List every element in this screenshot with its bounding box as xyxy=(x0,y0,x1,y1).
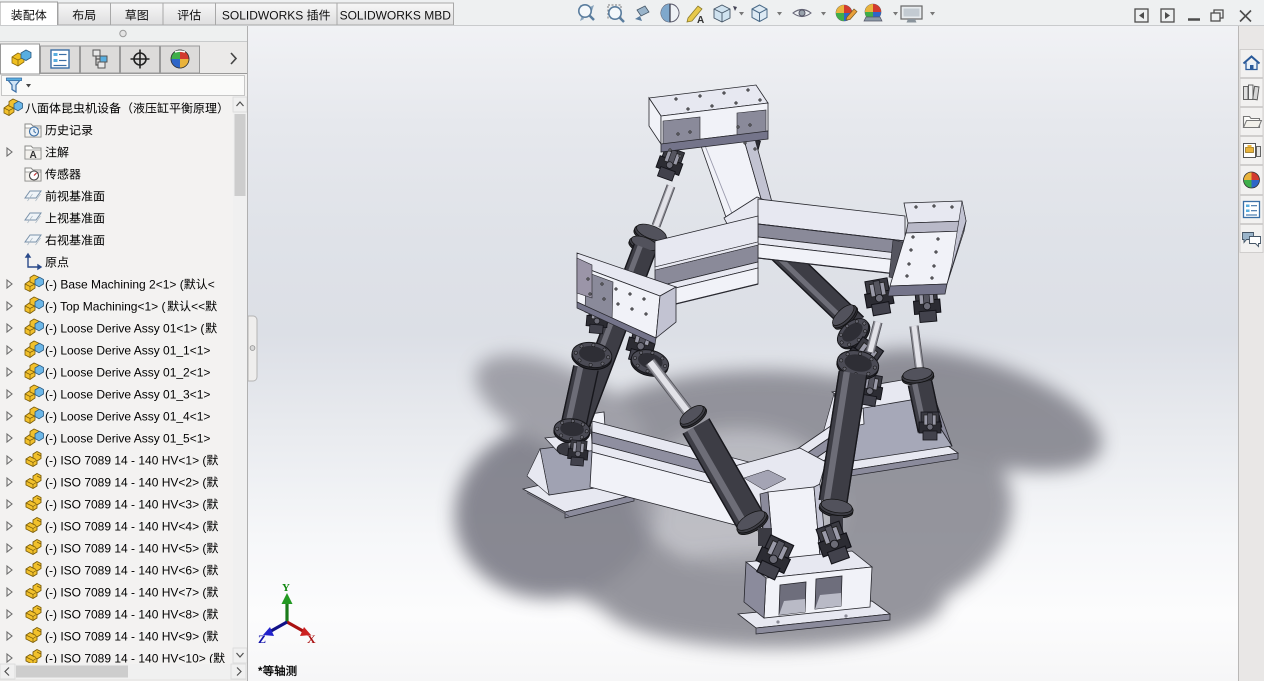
svg-text:<: < xyxy=(208,278,215,292)
svg-text:Y: Y xyxy=(282,582,290,594)
svg-text:(-) ISO 7089 14 - 140 HV<4> (: (-) ISO 7089 14 - 140 HV<4> ( xyxy=(45,520,206,534)
svg-text:(-) Loose Derive Assy 01_3<1>: (-) Loose Derive Assy 01_3<1> xyxy=(45,388,210,402)
svg-text:(-) ISO 7089 14 - 140 HV<3> (: (-) ISO 7089 14 - 140 HV<3> ( xyxy=(45,498,206,512)
svg-text:A: A xyxy=(697,15,704,26)
svg-text:(-) ISO 7089 14 - 140 HV<6> (: (-) ISO 7089 14 - 140 HV<6> ( xyxy=(45,564,206,578)
svg-text:(-) Loose Derive Assy 01<1> (: (-) Loose Derive Assy 01<1> ( xyxy=(45,322,204,336)
svg-text:(-) ISO 7089 14 - 140 HV<1> (: (-) ISO 7089 14 - 140 HV<1> ( xyxy=(45,454,206,468)
svg-text:SOLIDWORKS MBD: SOLIDWORKS MBD xyxy=(340,9,452,23)
svg-text:(-) ISO 7089 14 - 140 HV<7> (: (-) ISO 7089 14 - 140 HV<7> ( xyxy=(45,586,206,600)
svg-text:(-) ISO 7089 14 - 140 HV<9> (: (-) ISO 7089 14 - 140 HV<9> ( xyxy=(45,630,206,644)
svg-text:<<: << xyxy=(191,300,205,314)
svg-text:(-) Loose Derive Assy 01_1<1>: (-) Loose Derive Assy 01_1<1> xyxy=(45,344,210,358)
svg-text:(-) ISO 7089 14 - 140 HV<2> (: (-) ISO 7089 14 - 140 HV<2> ( xyxy=(45,476,206,490)
svg-text:(-) Base Machining 2<1> (: (-) Base Machining 2<1> ( xyxy=(45,278,184,292)
svg-text:(-) ISO 7089 14 - 140 HV<5> (: (-) ISO 7089 14 - 140 HV<5> ( xyxy=(45,542,206,556)
svg-text:(-) Loose Derive Assy 01_5<1>: (-) Loose Derive Assy 01_5<1> xyxy=(45,432,210,446)
svg-text:*: * xyxy=(258,666,263,678)
svg-text:(-) Loose Derive Assy 01_4<1>: (-) Loose Derive Assy 01_4<1> xyxy=(45,410,210,424)
svg-text:A: A xyxy=(30,150,37,161)
svg-text:(-) ISO 7089 14 - 140 HV<8> (: (-) ISO 7089 14 - 140 HV<8> ( xyxy=(45,608,206,622)
svg-text:SOLIDWORKS: SOLIDWORKS xyxy=(222,9,307,23)
svg-text:X: X xyxy=(307,632,316,646)
svg-text:Z: Z xyxy=(258,632,266,646)
svg-text:(-) Loose Derive Assy 01_2<1>: (-) Loose Derive Assy 01_2<1> xyxy=(45,366,210,380)
svg-text:(-) Top Machining<1> (: (-) Top Machining<1> ( xyxy=(45,300,166,314)
